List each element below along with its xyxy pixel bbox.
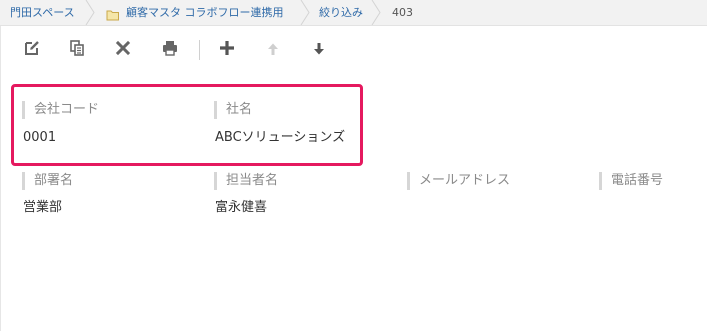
field-value-department: 営業部 [23,200,63,215]
add-icon [218,39,236,61]
breadcrumb-separator [370,0,382,25]
breadcrumb-separator [299,0,311,25]
field-label-company-code: 会社コード [22,101,99,119]
breadcrumb-item-space[interactable]: 門田スペース [10,0,75,25]
delete-icon [115,40,131,60]
field-label-email: メールアドレス [407,172,510,190]
next-record-button[interactable] [307,38,331,62]
content-border [0,26,1,331]
arrow-down-icon [312,41,326,60]
field-label-contact-person: 担当者名 [214,172,278,190]
breadcrumb-item-record-id: 403 [392,6,413,19]
highlight-frame [11,84,363,166]
breadcrumb-separator [84,0,96,25]
add-record-button[interactable] [215,38,239,62]
previous-record-button[interactable] [261,38,285,62]
field-label-company-name: 社名 [214,101,252,119]
arrow-up-icon [266,41,280,60]
print-icon [161,39,179,61]
field-value-company-name: ABCソリューションズ [215,130,346,145]
breadcrumb-item-filter[interactable]: 絞り込み [319,0,363,25]
field-value-company-code: 0001 [23,130,57,145]
breadcrumb: 門田スペース 顧客マスタ コラボフロー連携用 絞り込み 403 [0,0,707,26]
duplicate-button[interactable] [65,38,89,62]
breadcrumb-item-app[interactable]: 顧客マスタ コラボフロー連携用 [126,0,284,25]
field-value-contact-person: 富永健喜 [215,200,268,215]
field-label-phone: 電話番号 [599,172,663,190]
toolbar-divider [199,40,200,60]
print-button[interactable] [158,38,182,62]
field-label-department: 部署名 [22,172,73,190]
folder-icon [106,6,120,21]
edit-icon [23,39,41,61]
copy-icon [68,39,86,61]
delete-button[interactable] [111,38,135,62]
record-detail-view: 門田スペース 顧客マスタ コラボフロー連携用 絞り込み 403 会社コード 00… [0,0,707,331]
edit-button[interactable] [20,38,44,62]
